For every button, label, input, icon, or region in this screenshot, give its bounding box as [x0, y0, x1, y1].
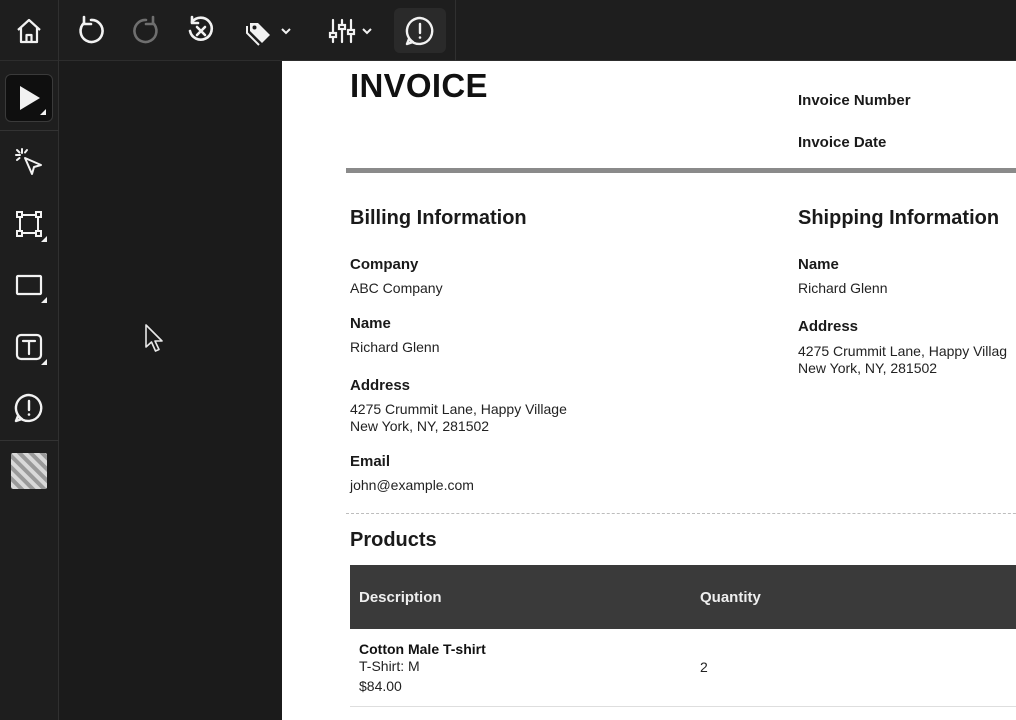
rail-divider: [0, 440, 59, 441]
invoice-page[interactable]: INVOICE Invoice Number Invoice Date Bill…: [282, 61, 1016, 720]
product-quantity: 2: [700, 659, 708, 675]
column-header-description: Description: [359, 589, 442, 606]
shipping-name-value: Richard Glenn: [798, 280, 888, 296]
billing-name-value: Richard Glenn: [350, 339, 440, 355]
products-table-header: Description Quantity: [350, 565, 1016, 629]
home-icon: [17, 18, 41, 43]
home-group: [0, 0, 59, 61]
column-header-quantity: Quantity: [700, 589, 761, 606]
adjustments-dropdown[interactable]: [320, 8, 380, 53]
click-select-tool-button[interactable]: [5, 138, 53, 186]
table-row: Cotton Male T-shirt T-Shirt: M $84.00 2: [350, 629, 1016, 707]
undo-button[interactable]: [70, 8, 112, 53]
shipping-address-label: Address: [798, 318, 859, 335]
product-price: $84.00: [359, 678, 402, 694]
shipping-address-line2: New York, NY, 281502: [798, 360, 938, 376]
invoice-date-label: Invoice Date: [798, 134, 887, 151]
pattern-tool-button[interactable]: [5, 447, 53, 495]
submenu-indicator: [40, 109, 46, 115]
comment-tool-button[interactable]: [5, 384, 53, 432]
clear-history-button[interactable]: [180, 8, 222, 53]
rail-divider: [0, 130, 59, 131]
text-tool-button[interactable]: [5, 323, 53, 371]
crop-region-tool-button[interactable]: [5, 200, 53, 248]
products-heading: Products: [350, 529, 437, 551]
tags-dropdown[interactable]: [238, 8, 298, 53]
billing-heading: Billing Information: [350, 207, 527, 229]
chevron-down-icon: [281, 27, 291, 34]
comment-alert-icon: [405, 16, 434, 45]
billing-email-label: Email: [350, 453, 391, 470]
product-name: Cotton Male T-shirt: [359, 641, 486, 657]
comment-alert-icon: [14, 393, 43, 423]
submenu-indicator: [41, 359, 47, 365]
shipping-address-line1: 4275 Crummit Lane, Happy Villag: [798, 343, 1008, 359]
canvas-area[interactable]: [60, 61, 282, 720]
billing-address-line2: New York, NY, 281502: [350, 418, 490, 434]
submenu-indicator: [41, 236, 47, 242]
billing-address-label: Address: [350, 377, 411, 394]
edit-toolbar: [60, 0, 456, 61]
billing-company-label: Company: [350, 256, 419, 273]
pattern-swatch-icon: [11, 453, 47, 489]
undo-icon: [79, 15, 104, 43]
redo-icon: [133, 15, 158, 43]
section-divider: [346, 513, 1016, 514]
tool-rail: [0, 61, 59, 720]
shipping-name-label: Name: [798, 256, 839, 273]
invoice-title: INVOICE: [350, 67, 488, 104]
product-variant: T-Shirt: M: [359, 658, 420, 674]
mouse-cursor-icon: [145, 324, 163, 352]
clear-history-icon: [188, 15, 214, 41]
select-tool-button[interactable]: [5, 74, 53, 122]
header-divider: [346, 168, 1016, 173]
top-toolbar: [0, 0, 1016, 61]
tag-icon: [246, 22, 270, 46]
billing-address-line1: 4275 Crummit Lane, Happy Village: [350, 401, 567, 417]
comment-button[interactable]: [394, 8, 446, 53]
click-select-icon: [15, 148, 42, 175]
redo-button[interactable]: [125, 8, 167, 53]
invoice-number-label: Invoice Number: [798, 92, 911, 109]
shipping-heading: Shipping Information: [798, 207, 1000, 229]
chevron-down-icon: [362, 27, 372, 34]
home-button[interactable]: [14, 8, 44, 53]
billing-name-label: Name: [350, 315, 391, 332]
submenu-indicator: [41, 297, 47, 303]
sliders-icon: [328, 18, 356, 43]
billing-email-value: john@example.com: [350, 477, 474, 493]
billing-company-value: ABC Company: [350, 280, 443, 296]
rectangle-tool-button[interactable]: [5, 261, 53, 309]
